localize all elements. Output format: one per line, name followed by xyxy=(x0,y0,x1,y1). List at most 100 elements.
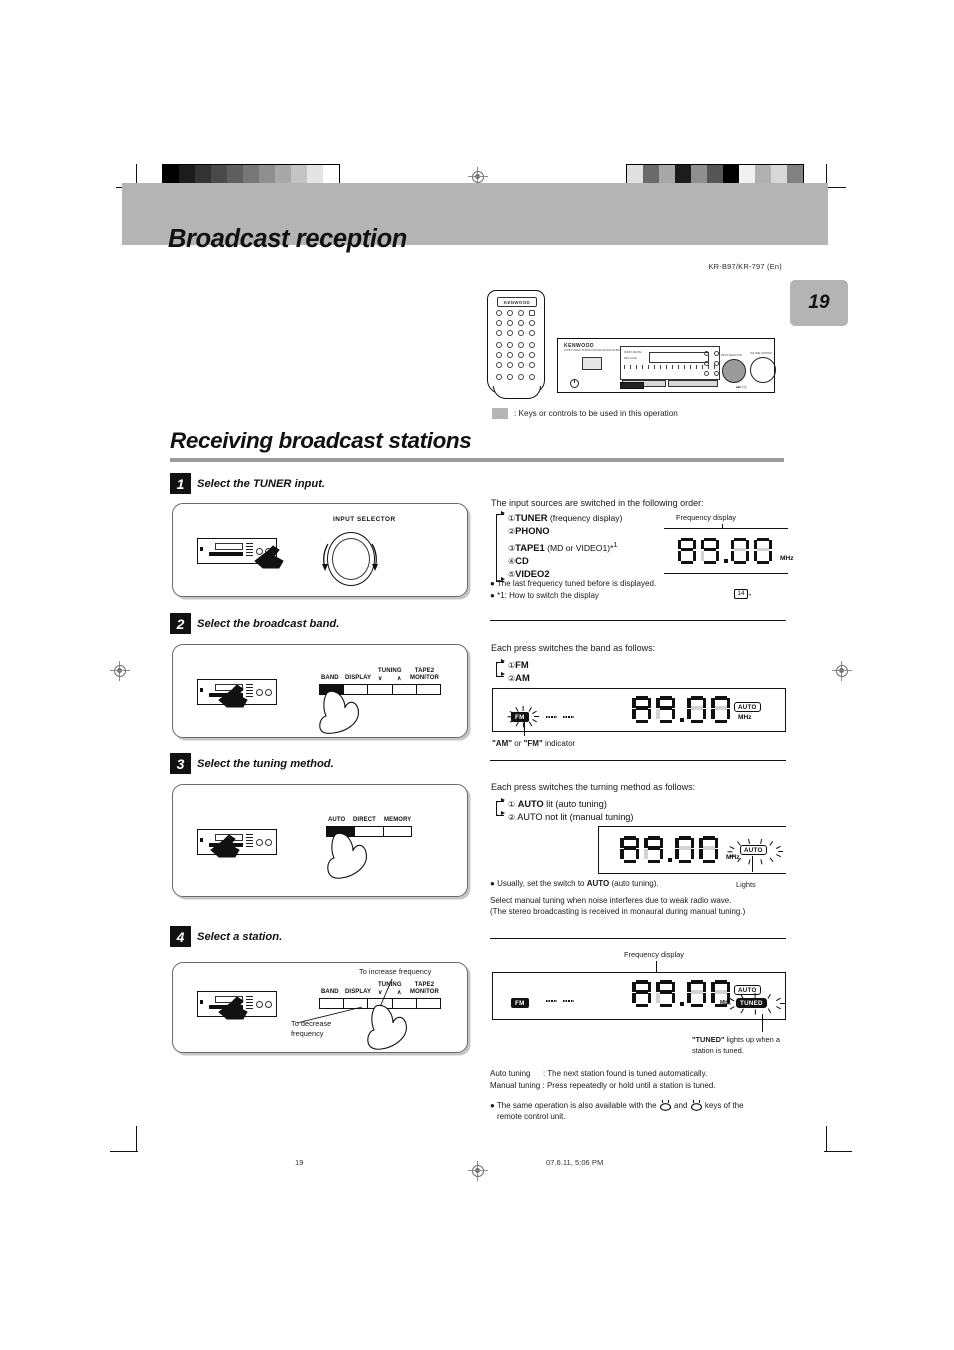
step-3-memory-button[interactable] xyxy=(384,827,411,836)
step-2-tape2-button[interactable] xyxy=(417,685,440,694)
remote-key[interactable] xyxy=(529,330,535,336)
step-1-hand-pointer xyxy=(253,544,287,570)
remote-note-c: keys of the xyxy=(704,1101,744,1110)
step-4-label-tuning: TUNING xyxy=(378,982,402,988)
remote-key[interactable] xyxy=(529,320,535,326)
input-source-item: ④CD xyxy=(508,555,688,568)
step-4-display-caption: Frequency display xyxy=(624,950,684,959)
step-2-tuning-up-button[interactable] xyxy=(393,685,417,694)
remote-key[interactable] xyxy=(496,342,502,348)
input-source-note: (frequency display) xyxy=(547,513,623,523)
remote-key[interactable] xyxy=(507,352,513,358)
remote-key[interactable] xyxy=(496,374,502,380)
remote-key[interactable] xyxy=(529,342,535,348)
remote-key[interactable] xyxy=(496,310,502,316)
step-2-dashes xyxy=(546,716,574,718)
tuning-up-key-icon xyxy=(690,1099,703,1115)
page-ref-14: 14 xyxy=(734,588,749,599)
remote-key[interactable] xyxy=(496,362,502,368)
mini-left-pad xyxy=(200,838,203,842)
remote-key[interactable] xyxy=(507,342,513,348)
input-source-note: (MD or VIDEO1)*1 xyxy=(544,540,618,553)
receiver-front-jack xyxy=(620,382,644,389)
step-4-band-button[interactable] xyxy=(320,999,345,1008)
frequency-unit: MHz xyxy=(738,714,752,721)
remote-key[interactable] xyxy=(507,320,513,326)
method-name: AUTO xyxy=(517,799,544,809)
remote-key[interactable] xyxy=(518,374,524,380)
legend-text: : Keys or controls to be used in this op… xyxy=(514,409,678,418)
remote-key[interactable] xyxy=(518,352,524,358)
remote-key[interactable] xyxy=(518,310,524,316)
receiver-control-dot[interactable] xyxy=(704,361,709,366)
remote-key[interactable] xyxy=(518,320,524,326)
step-1-bullet-2-text: *1: How to switch the display xyxy=(497,591,599,600)
step-4-manual-tuning-desc: : Press repeatedly or hold until a stati… xyxy=(542,1081,716,1090)
section-title: Receiving broadcast stations xyxy=(170,428,472,453)
input-source-item: ②PHONO xyxy=(508,525,688,538)
remote-key[interactable] xyxy=(518,330,524,336)
remote-key[interactable] xyxy=(529,352,535,358)
blink-ray xyxy=(729,1005,735,1010)
step-4-auto-tuning-label: Auto tuning xyxy=(490,1069,531,1078)
mini-knob-b xyxy=(265,839,272,846)
remote-key[interactable] xyxy=(507,330,513,336)
step-3-lcd: MHz AUTO xyxy=(598,826,786,874)
blink-ray xyxy=(528,707,532,712)
remote-control-illustration: KENWOOD xyxy=(487,290,545,399)
seven-segment-digit xyxy=(675,836,694,863)
step-1-display-caption: Frequency display xyxy=(676,513,736,522)
step-2-tuning-down: ∨ xyxy=(378,676,383,682)
remote-key[interactable] xyxy=(518,362,524,368)
calibration-patch-2 xyxy=(659,165,675,185)
remote-key[interactable] xyxy=(507,362,513,368)
receiver-control-dot[interactable] xyxy=(714,361,719,366)
blink-ray xyxy=(775,845,781,849)
method-desc: lit (auto tuning) xyxy=(543,799,607,809)
step-3-cycle-arrow-2 xyxy=(501,811,505,815)
calibration-patch-2 xyxy=(195,165,211,185)
receiver-phones-jack xyxy=(582,357,602,370)
receiver-control-dot[interactable] xyxy=(704,371,709,376)
decimal-point xyxy=(680,1002,684,1006)
blink-ray xyxy=(775,854,781,858)
step-4-label-tape2: TAPE2 MONITOR xyxy=(410,982,439,995)
step-4-tuned-tag: TUNED xyxy=(736,998,767,1008)
step-4-hand-pointer xyxy=(361,1003,417,1051)
receiver-power-button xyxy=(570,379,579,388)
remote-key[interactable] xyxy=(507,310,513,316)
caption-fm: "FM" xyxy=(523,739,543,748)
tuning-method-item: ② AUTO not lit (manual tuning) xyxy=(508,811,633,824)
remote-key[interactable] xyxy=(518,342,524,348)
receiver-control-dot[interactable] xyxy=(704,351,709,356)
calibration-patch-7 xyxy=(275,165,291,185)
remote-key[interactable] xyxy=(496,330,502,336)
band-item: ②AM xyxy=(508,672,530,685)
remote-key[interactable] xyxy=(529,310,535,316)
step-2-label-tuning: TUNING xyxy=(378,668,402,674)
remote-key[interactable] xyxy=(529,362,535,368)
blink-ray xyxy=(728,851,733,853)
step-2-tuning-down-button[interactable] xyxy=(368,685,393,694)
input-source-item: ①TUNER (frequency display) xyxy=(508,512,688,525)
calibration-patch-7 xyxy=(739,165,755,185)
mini-left-pad xyxy=(200,1000,203,1004)
blink-ray xyxy=(776,1005,781,1010)
calibration-patch-4 xyxy=(691,165,707,185)
step-3-title: Select the tuning method. xyxy=(197,758,334,770)
remote-key[interactable] xyxy=(496,352,502,358)
remote-key[interactable] xyxy=(529,374,535,380)
receiver-control-dot[interactable] xyxy=(714,371,719,376)
step-3-cycle-arrow xyxy=(501,798,505,802)
step-2-label-tape2: TAPE2 MONITOR xyxy=(410,668,439,681)
step-4-divider xyxy=(490,938,786,940)
receiver-control-dot[interactable] xyxy=(714,351,719,356)
mini-knob-a xyxy=(256,1001,263,1008)
remote-key[interactable] xyxy=(507,374,513,380)
band-name: FM xyxy=(515,659,529,670)
step-4-tape2-button[interactable] xyxy=(417,999,440,1008)
remote-key[interactable] xyxy=(496,320,502,326)
calibration-patch-6 xyxy=(259,165,275,185)
blink-ray xyxy=(768,857,773,862)
seven-segment-digit xyxy=(687,696,706,723)
